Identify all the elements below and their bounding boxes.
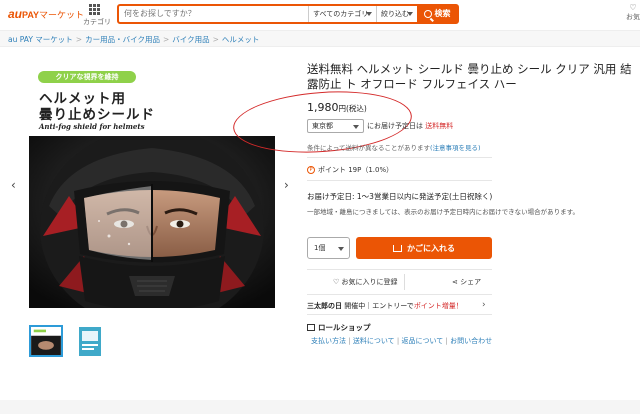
shipping-condition: 条件によって送料が異なることがあります(注意事項を見る) bbox=[307, 144, 481, 152]
search-input[interactable] bbox=[119, 6, 308, 22]
shop-link-payment[interactable]: 支払い方法 bbox=[311, 337, 346, 345]
category-select[interactable]: すべてのカテゴリ bbox=[308, 6, 376, 22]
breadcrumb-item[interactable]: au PAY マーケット bbox=[8, 34, 73, 45]
footer-strip bbox=[0, 400, 640, 414]
image-heading-english: Anti-fog shield for helmets bbox=[39, 122, 145, 131]
shop-icon bbox=[307, 324, 315, 331]
main-product-image: クリアな視界を維持 ヘルメット用 曇り止めシールド Anti-fog shiel… bbox=[29, 66, 275, 308]
add-to-cart-button[interactable]: かごに入れる bbox=[356, 237, 492, 259]
carousel-next-button[interactable]: › bbox=[284, 178, 289, 192]
delivery-note: 一部地域・離島につきましては、表示のお届け予定日時内にお届けできない場合がありま… bbox=[307, 208, 580, 216]
chevron-right-icon[interactable]: › bbox=[482, 300, 486, 310]
site-header: auPAYマーケット カテゴリ すべてのカテゴリ 絞り込む 検索 ♡ お気 bbox=[0, 0, 640, 30]
share-button[interactable]: ⋖ シェア bbox=[452, 277, 481, 287]
divider bbox=[307, 180, 492, 181]
breadcrumb-item[interactable]: カー用品・バイク用品 bbox=[85, 34, 160, 45]
quantity-select[interactable]: 1個 bbox=[307, 237, 350, 259]
shop-link-returns[interactable]: 返品について bbox=[401, 337, 443, 345]
prefecture-select[interactable]: 東京都 bbox=[307, 119, 364, 133]
refine-select[interactable]: 絞り込む bbox=[376, 6, 417, 22]
share-icon: ⋖ bbox=[452, 278, 458, 286]
helmet-photo bbox=[29, 136, 275, 308]
shop-link-contact[interactable]: お問い合わせ bbox=[450, 337, 492, 345]
breadcrumb-item[interactable]: バイク用品 bbox=[172, 34, 209, 45]
search-icon bbox=[423, 10, 432, 18]
condition-link[interactable]: (注意事項を見る) bbox=[430, 144, 481, 152]
thumbnail-1[interactable] bbox=[29, 325, 63, 357]
search-button[interactable]: 検索 bbox=[417, 6, 457, 22]
image-heading-line2: 曇り止めシールド bbox=[39, 107, 155, 123]
delivery-estimate: お届け予定日: 1〜3営業日以内に発送予定(土日祝除く) bbox=[307, 192, 493, 201]
shop-name[interactable]: ロールショップ bbox=[307, 322, 371, 333]
divider bbox=[307, 314, 492, 315]
divider bbox=[307, 294, 492, 295]
shop-link-shipping[interactable]: 送料について bbox=[353, 337, 395, 345]
thumbnail-2[interactable] bbox=[74, 325, 108, 357]
favorites-header-button[interactable]: ♡ お気 bbox=[623, 4, 640, 22]
product-badge: クリアな視界を維持 bbox=[38, 71, 136, 83]
au-pay-market-logo[interactable]: auPAYマーケット bbox=[8, 7, 84, 21]
category-menu-button[interactable]: カテゴリ bbox=[83, 4, 111, 27]
search-bar: すべてのカテゴリ 絞り込む 検索 bbox=[117, 4, 459, 24]
free-shipping-label: 送料無料 bbox=[425, 122, 454, 130]
heart-icon: ♡ bbox=[629, 3, 637, 12]
chevron-right-icon: > bbox=[75, 35, 83, 44]
breadcrumb-item[interactable]: ヘルメット bbox=[222, 34, 260, 45]
chevron-right-icon: > bbox=[162, 35, 170, 44]
add-favorite-button[interactable]: ♡ お気に入りに登録 bbox=[333, 277, 398, 287]
breadcrumb: au PAY マーケット > カー用品・バイク用品 > バイク用品 > ヘルメッ… bbox=[8, 34, 259, 45]
divider bbox=[307, 269, 492, 270]
divider bbox=[404, 274, 405, 290]
divider bbox=[307, 157, 492, 158]
shipping-info: にお届け予定日は 送料無料 bbox=[367, 122, 454, 130]
point-info: P ポイント 19P（1.0%） bbox=[307, 165, 393, 175]
product-title: 送料無料 ヘルメット シールド 曇り止め シール クリア 汎用 結露防止 ト オ… bbox=[307, 62, 632, 91]
grid-icon bbox=[83, 4, 105, 15]
cart-icon bbox=[393, 244, 402, 252]
chevron-right-icon: > bbox=[212, 35, 219, 44]
point-icon: P bbox=[307, 166, 315, 174]
heart-icon: ♡ bbox=[333, 278, 340, 286]
shop-links: 支払い方法 | 送料について | 返品について | お問い合わせ bbox=[311, 337, 493, 345]
carousel-prev-button[interactable]: ‹ bbox=[11, 178, 16, 192]
promo-banner[interactable]: 三太郎の日 開催中｜エントリーでポイント増量！ bbox=[307, 301, 463, 311]
breadcrumb-bar: au PAY マーケット > カー用品・バイク用品 > バイク用品 > ヘルメッ… bbox=[0, 30, 640, 47]
